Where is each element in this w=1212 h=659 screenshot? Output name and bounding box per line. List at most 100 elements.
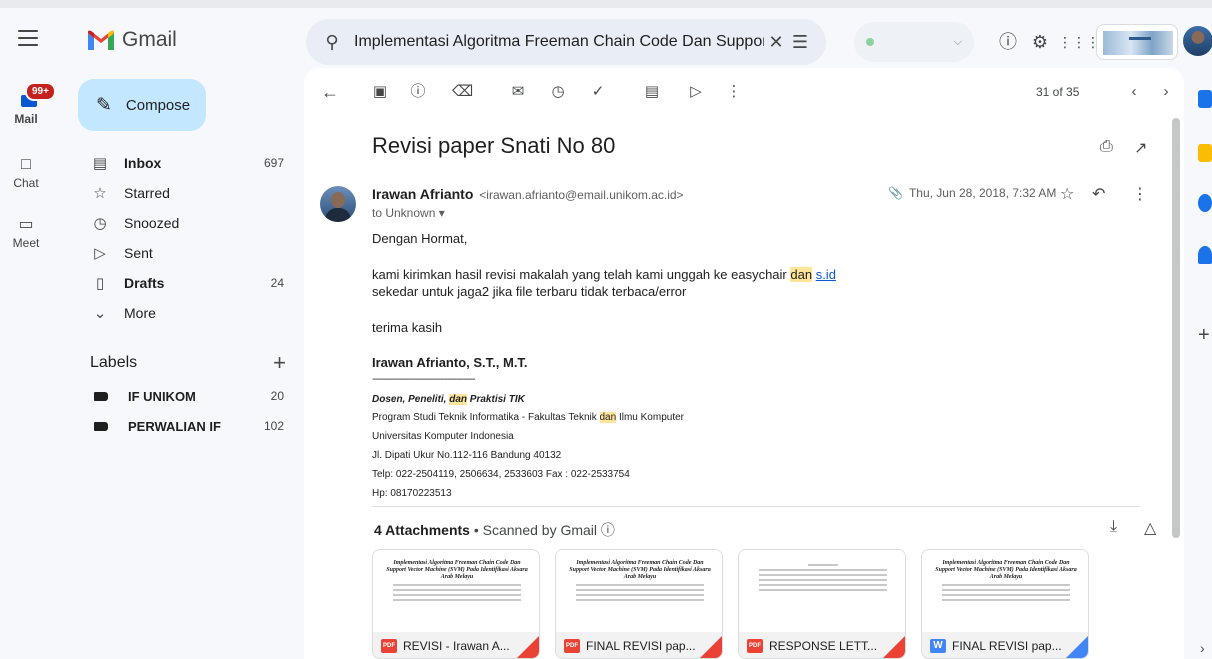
sender-name[interactable]: Irawan Afrianto [372,186,473,202]
more-vert-icon[interactable]: ⋮ [1132,184,1148,204]
pdf-file-icon: PDF [564,639,580,653]
download-all-icon[interactable]: ⤓ [1110,518,1117,536]
label-name: IF UNIKOM [128,388,196,404]
attachment-card[interactable]: Implementasi Algoritma Freeman Chain Cod… [555,549,723,659]
date-text: Thu, Jun 28, 2018, 7:32 AM [908,186,1057,200]
status-selector[interactable]: ⌵ [854,22,974,62]
sidebar-item-label: Drafts [124,275,165,291]
search-input[interactable] [354,33,764,51]
app-rail: 99+ Mail □ Chat ▭ Meet [0,68,72,659]
main-menu-icon[interactable] [18,30,38,46]
preview-title: Implementasi Algoritma Freeman Chain Cod… [935,560,1077,580]
browser-strip [0,0,1212,8]
email-body: Dengan Hormat, kami kirimkan hasil revis… [372,230,1092,503]
attachment-card[interactable]: Implementasi Algoritma Freeman Chain Cod… [372,549,540,659]
mark-unread-icon[interactable]: ✉ [508,82,528,102]
attachment-preview: Implementasi Algoritma Freeman Chain Cod… [373,550,539,632]
older-chevron-icon[interactable]: › [1156,82,1176,102]
gear-icon[interactable]: ⚙ [1030,32,1050,52]
corner-fold-icon [1066,636,1088,658]
sidebar-item-more[interactable]: ⌄ More [72,298,300,328]
organization-logo[interactable] [1096,24,1178,60]
archive-icon[interactable]: ▣ [370,82,390,102]
more-options-icon[interactable]: ⋮ [724,82,744,102]
attachments-divider [372,506,1140,507]
rail-item-chat[interactable]: □ Chat [0,154,52,190]
tasks-icon[interactable] [1198,194,1212,212]
compose-button[interactable]: ✎ Compose [78,79,206,131]
add-task-icon[interactable]: ✓ [588,82,608,102]
open-new-window-icon[interactable]: ↗ [1134,138,1147,158]
sender-line: Irawan Afrianto <irawan.afrianto@email.u… [372,186,684,202]
rail-item-mail[interactable]: 99+ Mail [0,82,56,126]
account-avatar[interactable] [1183,26,1212,56]
sidebar-item-starred[interactable]: ☆ Starred [72,178,300,208]
preview-title: Implementasi Algoritma Freeman Chain Cod… [386,560,528,580]
compose-label: Compose [125,96,191,114]
pdf-file-icon: PDF [747,639,763,653]
label-item-if-unikom[interactable]: IF UNIKOM 20 [72,381,300,411]
signature-university: Universitas Komputer Indonesia [372,431,514,442]
label-list: IF UNIKOM 20 PERWALIAN IF 102 [72,381,300,441]
apps-grid-icon[interactable]: ⋮⋮⋮ [1058,32,1100,52]
label-count: 20 [270,389,284,403]
info-icon[interactable]: ⓘ [601,522,615,538]
search-highlight: dan [449,394,468,405]
print-icon[interactable]: ⎙ [1100,138,1113,156]
chevron-down-icon: ▾ [438,206,445,220]
inbox-icon: ▤ [92,155,108,172]
sidebar-item-count: 697 [263,156,284,170]
clear-search-icon[interactable]: ✕ [764,32,788,53]
sidebar-item-snoozed[interactable]: ◷ Snoozed [72,208,300,238]
sidebar-item-label: Snoozed [124,215,180,231]
chevron-down-icon: ⌵ [953,35,962,48]
pencil-icon: ✎ [96,94,112,116]
attachment-card[interactable]: PDF RESPONSE LETT... [738,549,906,659]
attachment-preview [739,550,905,632]
search-options-icon[interactable]: ☰ [788,32,812,53]
snooze-icon[interactable]: ◷ [548,82,568,102]
rail-label: Meet [12,236,40,250]
gmail-m-icon [88,30,114,50]
sidebar-item-drafts[interactable]: ▯ Drafts 24 [72,268,300,298]
label-count: 102 [263,419,284,433]
folder-list: ▤ Inbox 697 ☆ Starred ◷ Snoozed ▷ Sent ▯ [72,148,300,328]
sidebar-item-label: Starred [124,185,170,201]
contacts-icon[interactable] [1198,246,1212,264]
calendar-icon[interactable] [1198,90,1212,108]
star-icon[interactable]: ☆ [1060,184,1074,204]
move-to-icon[interactable]: ▤ [642,82,662,102]
sidebar-item-inbox[interactable]: ▤ Inbox 697 [72,148,300,178]
add-to-drive-icon[interactable]: △ [1144,518,1156,538]
body-link[interactable]: s.id [816,267,836,282]
back-arrow-icon[interactable]: ← [320,82,340,102]
label-icon[interactable]: ▷ [686,82,706,102]
gmail-app: Gmail ⚲ ✕ ☰ ⌵ ⓘ ⚙ ⋮⋮⋮ 99+ Mail □ Chat [0,0,1212,659]
scrollbar[interactable] [1172,118,1180,538]
newer-chevron-icon[interactable]: ‹ [1124,82,1144,102]
signature-program: Program Studi Teknik Informatika - Fakul… [372,408,1092,427]
recipient-dropdown[interactable]: to Unknown ▾ [372,206,445,220]
search-highlight: dan [790,267,813,282]
add-addon-icon[interactable]: + [1198,324,1210,347]
sender-avatar[interactable] [320,186,356,222]
add-label-icon[interactable]: + [273,350,286,376]
role-text: Dosen, Peneliti, [372,394,450,405]
rail-item-meet[interactable]: ▭ Meet [0,214,52,250]
help-icon[interactable]: ⓘ [998,32,1018,52]
signature-address: Jl. Dipati Ukur No.112-116 Bandung 40132 [372,450,562,461]
word-file-icon: W [930,639,946,653]
expand-panel-icon[interactable]: › [1200,640,1205,656]
gmail-logo[interactable]: Gmail [88,28,177,52]
sender-email: <irawan.afrianto@email.unikom.ac.id> [479,188,684,202]
attachment-card[interactable]: Implementasi Algoritma Freeman Chain Cod… [921,549,1089,659]
report-spam-icon[interactable]: ⓘ [408,82,428,102]
delete-icon[interactable]: ⌫ [452,82,473,102]
attachment-clip-icon: 📎 [888,186,903,200]
label-item-perwalian-if[interactable]: PERWALIAN IF 102 [72,411,300,441]
search-icon[interactable]: ⚲ [320,32,344,53]
keep-icon[interactable] [1198,144,1212,162]
sidebar-item-sent[interactable]: ▷ Sent [72,238,300,268]
reply-icon[interactable]: ↶ [1092,184,1105,204]
sidebar-item-label: Inbox [124,155,162,171]
